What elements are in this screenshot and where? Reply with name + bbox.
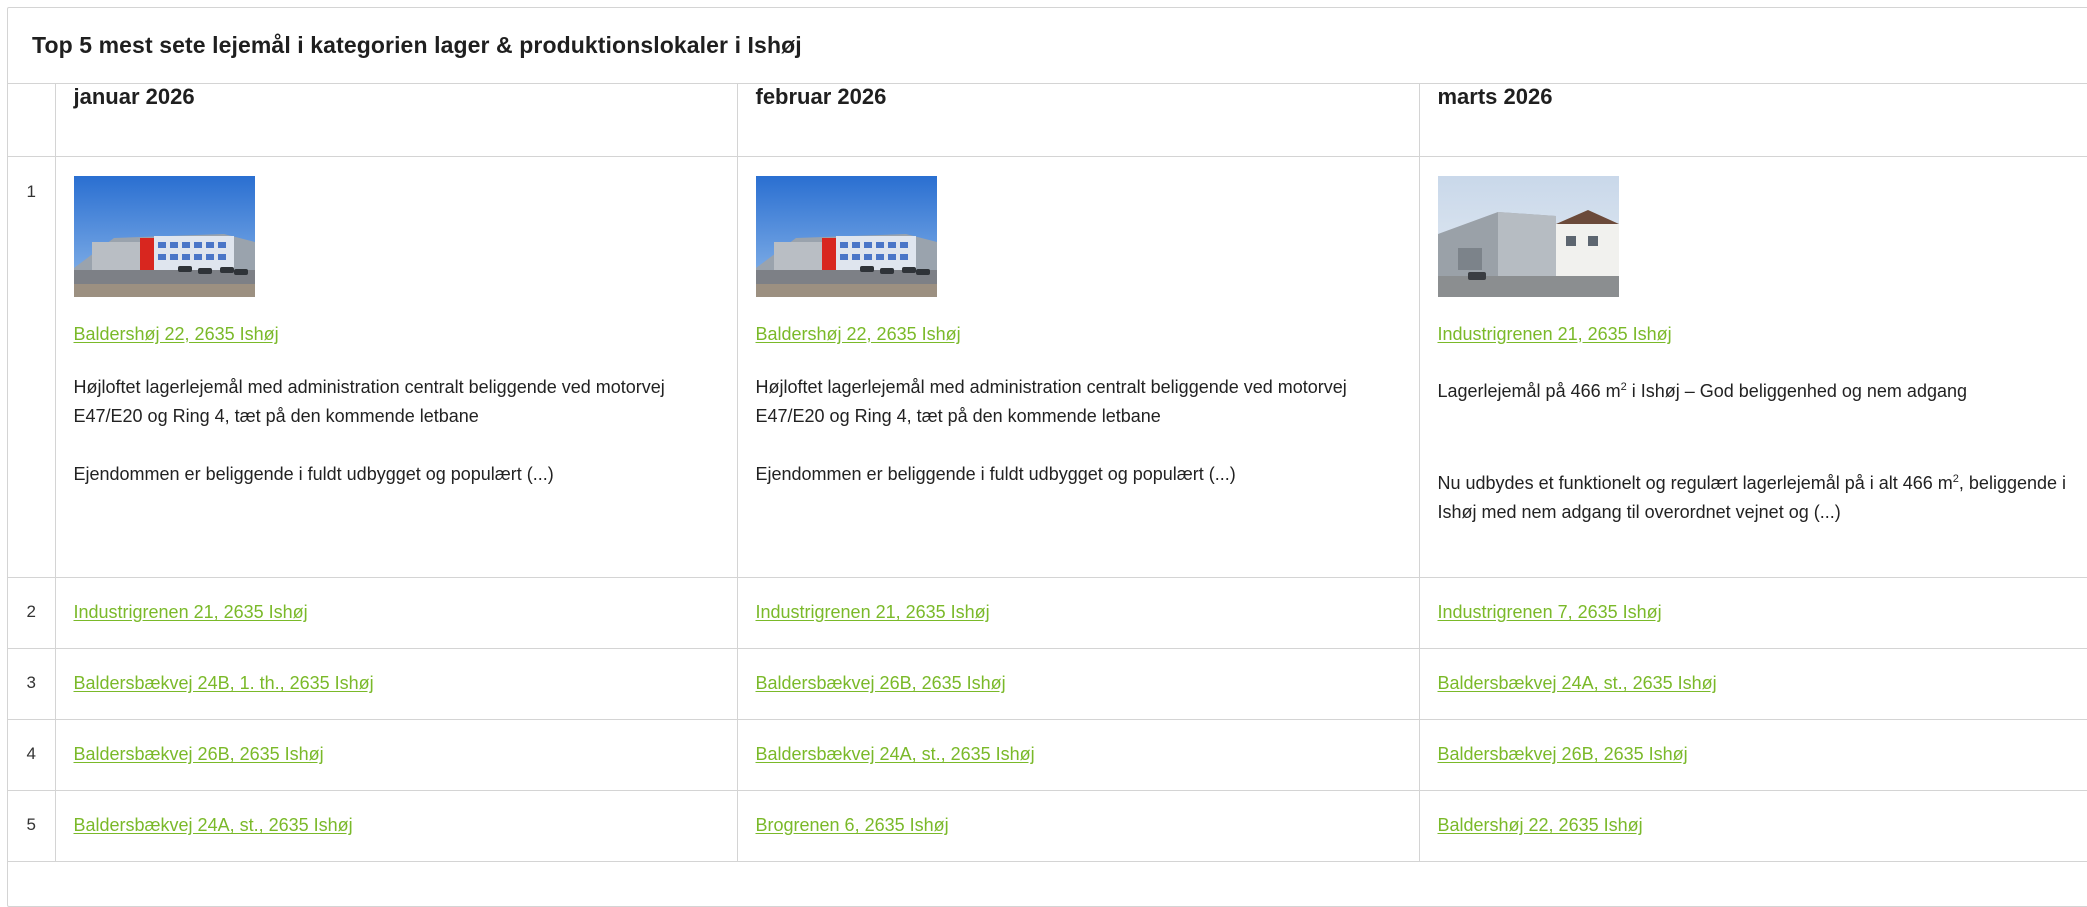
description-paragraph: Højloftet lagerlejemål med administratio…	[756, 373, 1401, 431]
listing-address-link[interactable]: Industrigrenen 7, 2635 Ishøj	[1438, 602, 1662, 622]
description-paragraph: Ejendommen er beliggende i fuldt udbygge…	[756, 460, 1401, 489]
table-row: 1	[8, 156, 2087, 577]
rank-number: 3	[8, 648, 55, 719]
table-row: 2 Industrigrenen 21, 2635 Ishøj Industri…	[8, 577, 2087, 648]
listing-address-link[interactable]: Baldersbækvej 24A, st., 2635 Ishøj	[74, 815, 353, 835]
listing-cell: Baldershøj 22, 2635 Ishøj	[1419, 790, 2087, 861]
table-row: 5 Baldersbækvej 24A, st., 2635 Ishøj Bro…	[8, 790, 2087, 861]
listing-address-link[interactable]: Baldersbækvej 24A, st., 2635 Ishøj	[1438, 673, 1717, 693]
listing-cell: Baldersbækvej 24A, st., 2635 Ishøj	[1419, 648, 2087, 719]
description-paragraph: Ejendommen er beliggende i fuldt udbygge…	[74, 460, 719, 489]
listing-cell: Baldersbækvej 24A, st., 2635 Ishøj	[55, 790, 737, 861]
description-paragraph: Nu udbydes et funktionelt og regulært la…	[1438, 465, 2087, 527]
listing-description: Lagerlejemål på 466 m2 i Ishøj – God bel…	[1438, 373, 2087, 527]
listing-address-link[interactable]: Industrigrenen 21, 2635 Ishøj	[756, 602, 990, 622]
description-paragraph: Højloftet lagerlejemål med administratio…	[74, 373, 719, 431]
listing-address-link[interactable]: Baldersbækvej 24B, 1. th., 2635 Ishøj	[74, 673, 374, 693]
listing-address-link[interactable]: Baldersbækvej 26B, 2635 Ishøj	[756, 673, 1006, 693]
month-header-january: januar 2026	[55, 84, 737, 156]
listing-cell: Baldersbækvej 24B, 1. th., 2635 Ishøj	[55, 648, 737, 719]
listing-description: Højloftet lagerlejemål med administratio…	[756, 373, 1401, 489]
ranking-table: januar 2026 februar 2026 marts 2026 1	[8, 84, 2087, 862]
month-header-february: februar 2026	[737, 84, 1419, 156]
listing-cell: Baldersbækvej 26B, 2635 Ishøj	[737, 648, 1419, 719]
listing-cell: Industrigrenen 21, 2635 Ishøj	[55, 577, 737, 648]
listing-address-link[interactable]: Baldersbækvej 26B, 2635 Ishøj	[74, 744, 324, 764]
listing-cell: Industrigrenen 21, 2635 Ishøj	[737, 577, 1419, 648]
listing-cell: Baldersbækvej 26B, 2635 Ishøj	[1419, 719, 2087, 790]
listing-address-link[interactable]: Industrigrenen 21, 2635 Ishøj	[74, 602, 308, 622]
panel-header: Top 5 mest sete lejemål i kategorien lag…	[8, 8, 2087, 84]
listing-card-march: Industrigrenen 21, 2635 Ishøj Lagerlejem…	[1419, 156, 2087, 577]
listing-address-link[interactable]: Baldershøj 22, 2635 Ishøj	[1438, 815, 1643, 835]
listing-address-link[interactable]: Baldersbækvej 24A, st., 2635 Ishøj	[756, 744, 1035, 764]
month-header-march: marts 2026	[1419, 84, 2087, 156]
listing-address-link[interactable]: Industrigrenen 21, 2635 Ishøj	[1438, 324, 1672, 344]
rank-number: 4	[8, 719, 55, 790]
listing-address-link[interactable]: Brogrenen 6, 2635 Ishøj	[756, 815, 949, 835]
table-row: 3 Baldersbækvej 24B, 1. th., 2635 Ishøj …	[8, 648, 2087, 719]
listing-description: Højloftet lagerlejemål med administratio…	[74, 373, 719, 489]
listing-cell: Brogrenen 6, 2635 Ishøj	[737, 790, 1419, 861]
description-paragraph: Lagerlejemål på 466 m2 i Ishøj – God bel…	[1438, 373, 2087, 406]
listing-cell: Industrigrenen 7, 2635 Ishøj	[1419, 577, 2087, 648]
listing-cell: Baldersbækvej 24A, st., 2635 Ishøj	[737, 719, 1419, 790]
rank-number: 1	[8, 156, 55, 577]
listing-address-link[interactable]: Baldershøj 22, 2635 Ishøj	[74, 324, 279, 344]
warehouse-photo[interactable]	[756, 176, 937, 297]
ranking-panel: Top 5 mest sete lejemål i kategorien lag…	[7, 7, 2087, 907]
warehouse-photo[interactable]	[74, 176, 255, 297]
listing-address-link[interactable]: Baldershøj 22, 2635 Ishøj	[756, 324, 961, 344]
listing-cell: Baldersbækvej 26B, 2635 Ishøj	[55, 719, 737, 790]
listing-address-link[interactable]: Baldersbækvej 26B, 2635 Ishøj	[1438, 744, 1688, 764]
panel-title: Top 5 mest sete lejemål i kategorien lag…	[32, 32, 802, 59]
warehouse-photo[interactable]	[1438, 176, 1619, 297]
table-row: 4 Baldersbækvej 26B, 2635 Ishøj Baldersb…	[8, 719, 2087, 790]
rank-column-header	[8, 84, 55, 156]
rank-number: 5	[8, 790, 55, 861]
header-row: januar 2026 februar 2026 marts 2026	[8, 84, 2087, 156]
listing-card-january: Baldershøj 22, 2635 Ishøj Højloftet lage…	[55, 156, 737, 577]
listing-card-february: Baldershøj 22, 2635 Ishøj Højloftet lage…	[737, 156, 1419, 577]
rank-number: 2	[8, 577, 55, 648]
